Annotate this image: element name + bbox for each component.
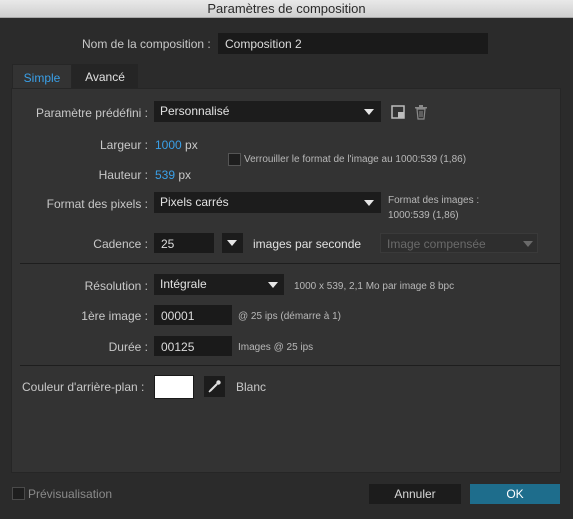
chevron-down-icon (364, 109, 374, 115)
resolution-value: Intégrale (160, 277, 207, 291)
cancel-button[interactable]: Annuler (369, 484, 461, 504)
preset-dropdown[interactable]: Personnalisé (154, 101, 381, 122)
chevron-down-icon (268, 282, 278, 288)
framerate-dropdown-button[interactable] (222, 233, 243, 253)
pixel-aspect-label: Format des pixels : (46, 197, 148, 211)
preset-label: Paramètre prédéfini : (35, 106, 148, 120)
duration-info: Images @ 25 ips (238, 342, 314, 353)
duration-label: Durée : (108, 340, 148, 354)
width-label: Largeur : (99, 138, 148, 152)
framerate-input[interactable]: 25 (154, 233, 214, 253)
duration-input[interactable]: 00125 (154, 336, 232, 356)
drop-frame-value: Image compensée (387, 237, 486, 251)
start-frame-info: @ 25 ips (démarre à 1) (238, 311, 341, 322)
save-preset-icon[interactable] (390, 104, 406, 120)
height-unit: px (178, 168, 192, 182)
chevron-down-icon (364, 200, 374, 206)
tab-simple[interactable]: Simple (12, 64, 72, 90)
tab-advanced[interactable]: Avancé (72, 64, 138, 90)
divider (20, 263, 560, 264)
comp-name-label: Nom de la composition : (82, 37, 211, 51)
framerate-label: Cadence : (93, 237, 148, 251)
lock-aspect-label: Verrouiller le format de l'image au 1000… (244, 154, 467, 165)
frame-aspect-label: Format des images : (388, 195, 480, 206)
window-title: Paramètres de composition (0, 0, 573, 18)
width-field[interactable]: 1000 px (155, 138, 198, 152)
width-value[interactable]: 1000 (155, 138, 182, 152)
composition-settings-dialog: Nom de la composition : Composition 2 Si… (0, 18, 573, 519)
resolution-dropdown[interactable]: Intégrale (154, 274, 284, 295)
preview-label: Prévisualisation (28, 487, 113, 501)
eyedropper-icon[interactable] (204, 376, 225, 397)
divider (20, 365, 560, 366)
pixel-aspect-dropdown[interactable]: Pixels carrés (154, 192, 381, 213)
height-label: Hauteur : (98, 168, 148, 182)
preview-checkbox[interactable] (12, 487, 25, 500)
framerate-unit: images par seconde (253, 237, 362, 251)
background-color-label: Couleur d'arrière-plan : (22, 380, 145, 394)
ok-button[interactable]: OK (470, 484, 560, 504)
height-field[interactable]: 539 px (155, 168, 191, 182)
start-frame-label: 1ère image : (81, 309, 148, 323)
delete-preset-icon[interactable] (414, 104, 428, 120)
chevron-down-icon (523, 241, 533, 247)
chevron-down-icon (227, 240, 237, 246)
resolution-info: 1000 x 539, 2,1 Mo par image 8 bpc (294, 281, 455, 292)
start-frame-input[interactable]: 00001 (154, 305, 232, 325)
frame-aspect-value: 1000:539 (1,86) (388, 210, 459, 221)
comp-name-input[interactable]: Composition 2 (218, 33, 488, 54)
preset-value: Personnalisé (160, 104, 230, 118)
pixel-aspect-value: Pixels carrés (160, 195, 229, 209)
width-unit: px (185, 138, 198, 152)
resolution-label: Résolution : (84, 279, 148, 293)
background-color-swatch[interactable] (154, 375, 194, 399)
background-color-name: Blanc (236, 380, 267, 394)
drop-frame-dropdown[interactable]: Image compensée (380, 233, 538, 253)
height-value[interactable]: 539 (155, 168, 175, 182)
lock-aspect-checkbox[interactable] (228, 153, 241, 166)
